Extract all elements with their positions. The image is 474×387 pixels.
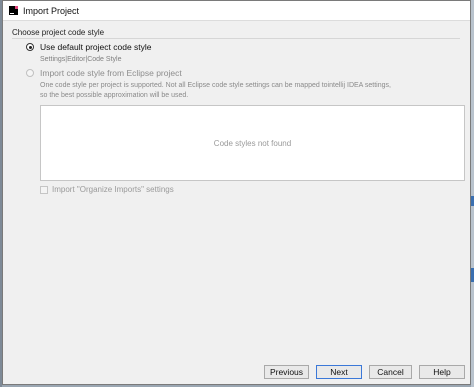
- code-style-settings-path: Settings|Editor|Code Style: [40, 56, 122, 63]
- eclipse-description: One code style per project is supported.…: [40, 81, 450, 101]
- organize-imports-checkbox: [40, 185, 48, 194]
- empty-list-message: Code styles not found: [213, 138, 292, 148]
- title-bar: Import Project: [3, 1, 470, 21]
- help-button[interactable]: Help: [419, 365, 465, 379]
- cancel-button[interactable]: Cancel: [369, 365, 412, 379]
- organize-imports-option: Import "Organize Imports" settings: [40, 185, 174, 194]
- default-code-style-label: Use default project code style: [40, 42, 152, 52]
- code-styles-list[interactable]: Code styles not found: [40, 105, 465, 181]
- window-title: Import Project: [23, 5, 80, 16]
- eclipse-code-style-option: Import code style from Eclipse project: [26, 68, 182, 78]
- intellij-app-icon: [9, 6, 18, 15]
- eclipse-description-line: so the best possible approximation will …: [40, 92, 189, 99]
- import-project-dialog: Import Project Choose project code style…: [2, 0, 471, 385]
- previous-button[interactable]: Previous: [264, 365, 309, 379]
- eclipse-description-line: One code style per project is supported.…: [40, 82, 391, 89]
- eclipse-code-style-label: Import code style from Eclipse project: [40, 68, 182, 78]
- section-label: Choose project code style: [12, 28, 105, 37]
- section-divider: [12, 38, 460, 39]
- next-button[interactable]: Next: [316, 365, 362, 379]
- eclipse-code-style-radio: [26, 69, 34, 77]
- default-code-style-radio[interactable]: [26, 43, 34, 51]
- organize-imports-label: Import "Organize Imports" settings: [52, 185, 174, 194]
- default-code-style-option[interactable]: Use default project code style: [26, 42, 152, 52]
